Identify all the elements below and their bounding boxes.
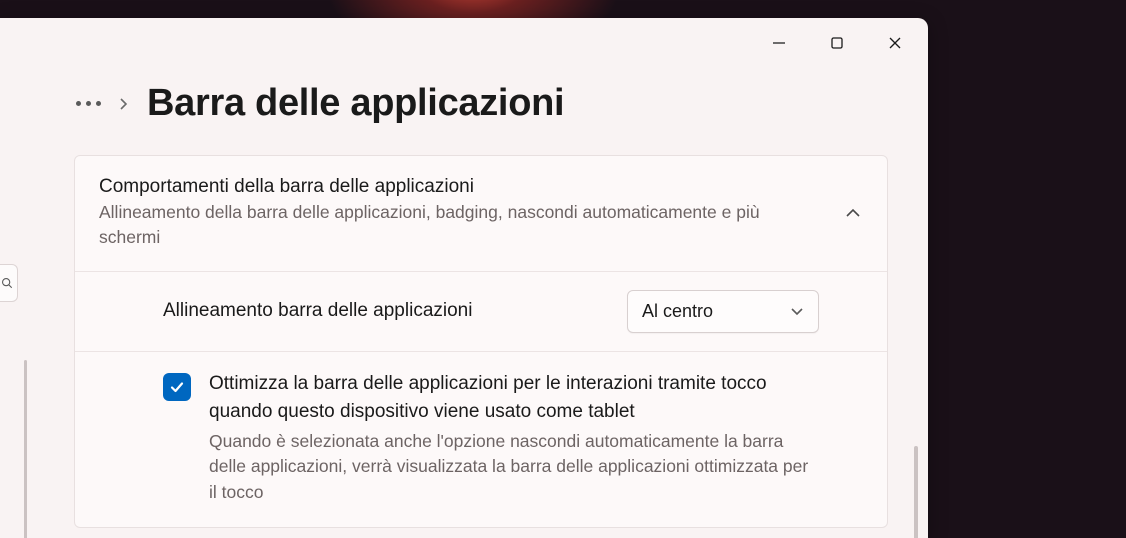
touch-optimize-text: Ottimizza la barra delle applicazioni pe… [209,370,819,505]
close-button[interactable] [866,22,924,64]
touch-optimize-subtitle: Quando è selezionata anche l'opzione nas… [209,429,819,505]
search-icon [1,277,13,289]
chevron-down-icon [790,307,804,316]
more-icon[interactable] [76,101,101,106]
page-title: Barra delle applicazioni [147,82,564,125]
panel-subtitle: Allineamento della barra delle applicazi… [99,200,817,251]
touch-optimize-checkbox[interactable] [163,373,191,401]
panel-header[interactable]: Comportamenti della barra delle applicaz… [75,156,887,271]
minimize-icon [772,36,786,50]
content-scrollbar[interactable] [914,446,918,538]
maximize-button[interactable] [808,22,866,64]
search-input[interactable] [0,264,18,302]
settings-window: Barra delle applicazioni Comportamenti d… [0,18,928,538]
alignment-value: Al centro [642,301,713,322]
minimize-button[interactable] [750,22,808,64]
chevron-up-icon [845,208,861,218]
sidebar-scrollbar[interactable] [24,360,27,538]
maximize-icon [830,36,844,50]
touch-optimize-row: Ottimizza la barra delle applicazioni pe… [75,351,887,527]
behaviors-panel: Comportamenti della barra delle applicaz… [74,155,888,528]
touch-optimize-title: Ottimizza la barra delle applicazioni pe… [209,370,819,427]
breadcrumb: Barra delle applicazioni [0,68,928,155]
check-icon [169,379,185,395]
titlebar [0,18,928,68]
panel-title: Comportamenti della barra delle applicaz… [99,176,817,198]
alignment-row: Allineamento barra delle applicazioni Al… [75,271,887,351]
alignment-dropdown[interactable]: Al centro [627,290,819,333]
chevron-right-icon [119,96,129,112]
content-area: Comportamenti della barra delle applicaz… [0,155,928,528]
alignment-label: Allineamento barra delle applicazioni [163,300,472,322]
close-icon [888,36,902,50]
